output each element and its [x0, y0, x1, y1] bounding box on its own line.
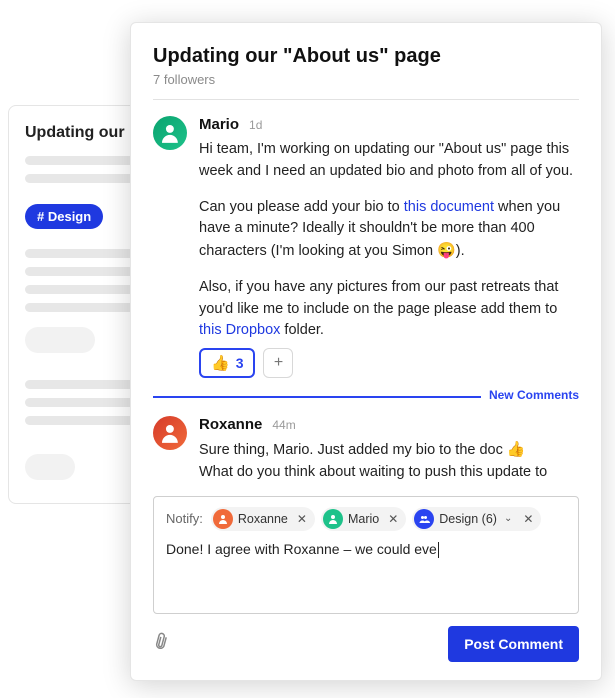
thread-card: Updating our "About us" page 7 followers…	[130, 22, 602, 681]
person-icon	[327, 513, 339, 525]
comment-time: 44m	[272, 418, 295, 432]
notify-chip-mario[interactable]: Mario ✕	[321, 507, 406, 531]
notify-chip-design-group[interactable]: Design (6) ⌄ ✕	[412, 507, 541, 531]
comment-text: Sure thing, Mario. Just added my bio to …	[199, 439, 579, 484]
thumbs-up-emoji: 👍	[507, 441, 526, 458]
attachment-icon[interactable]	[148, 629, 175, 658]
plus-icon: +	[274, 354, 283, 372]
group-icon	[418, 513, 430, 525]
followers-count[interactable]: 7 followers	[153, 72, 579, 100]
reaction-count: 3	[236, 355, 244, 371]
notify-chip-roxanne[interactable]: Roxanne ✕	[211, 507, 315, 531]
new-comments-label: New Comments	[481, 388, 579, 402]
thumbs-up-icon: 👍	[211, 354, 230, 372]
person-icon	[158, 421, 182, 445]
new-comments-divider: New Comments	[153, 396, 579, 398]
text-caret	[438, 542, 439, 558]
avatar[interactable]	[153, 416, 187, 450]
notify-label: Notify:	[166, 511, 203, 526]
comment: Roxanne 44m Sure thing, Mario. Just adde…	[153, 400, 579, 484]
design-tag[interactable]: # Design	[25, 204, 103, 229]
reaction-thumbs-up[interactable]: 👍 3	[199, 348, 255, 378]
comment-author[interactable]: Roxanne	[199, 416, 262, 433]
comment-author[interactable]: Mario	[199, 116, 239, 133]
thread-title: Updating our "About us" page	[153, 45, 579, 68]
comment: Mario 1d Hi team, I'm working on updatin…	[153, 100, 579, 378]
wink-emoji: 😜	[437, 242, 456, 259]
chevron-down-icon[interactable]: ⌄	[502, 513, 514, 524]
comment-text: Hi team, I'm working on updating our "Ab…	[199, 139, 579, 342]
person-icon	[217, 513, 229, 525]
paperclip-icon	[148, 629, 173, 654]
remove-chip-button[interactable]: ✕	[293, 512, 311, 526]
notify-row: Notify: Roxanne ✕ Mario ✕ Design (6) ⌄ ✕	[166, 507, 566, 531]
compose-box: Notify: Roxanne ✕ Mario ✕ Design (6) ⌄ ✕…	[153, 496, 579, 614]
background-placeholder-button	[25, 327, 95, 353]
remove-chip-button[interactable]: ✕	[384, 512, 402, 526]
person-icon	[158, 121, 182, 145]
background-placeholder-button	[25, 454, 75, 480]
remove-chip-button[interactable]: ✕	[519, 512, 537, 526]
comment-time: 1d	[249, 118, 262, 132]
document-link[interactable]: this document	[404, 199, 494, 215]
add-reaction-button[interactable]: +	[263, 348, 293, 378]
dropbox-link[interactable]: this Dropbox	[199, 322, 280, 338]
compose-textarea[interactable]: Done! I agree with Roxanne – we could ev…	[166, 541, 566, 601]
post-comment-button[interactable]: Post Comment	[448, 626, 579, 662]
avatar[interactable]	[153, 116, 187, 150]
